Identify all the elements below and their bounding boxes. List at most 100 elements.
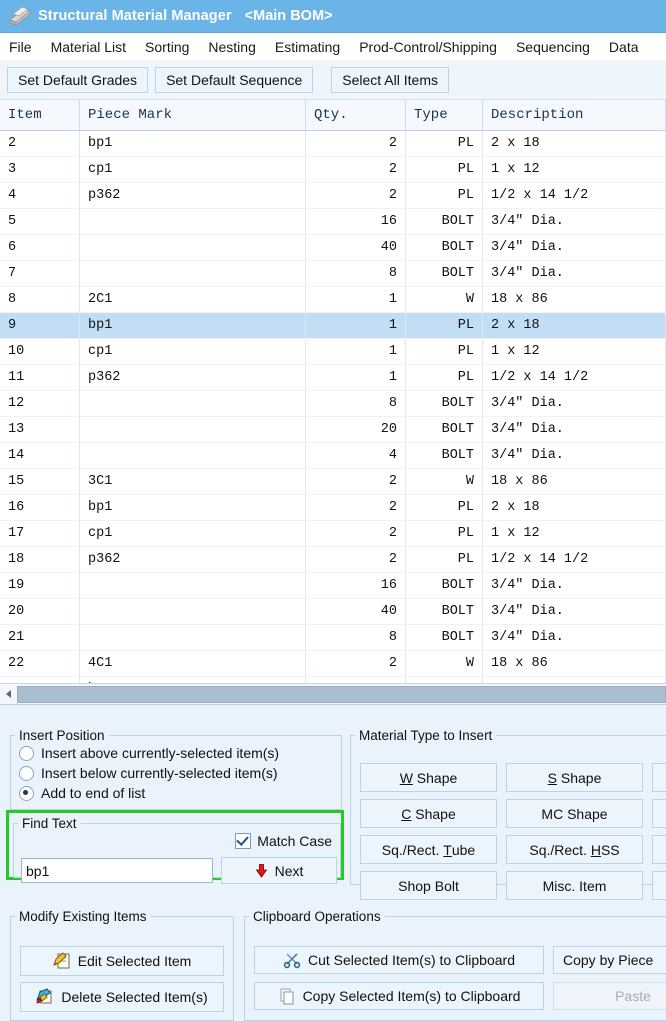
radio-insert-below[interactable]: Insert below currently-selected item(s) xyxy=(11,763,341,783)
copy-pages-icon xyxy=(280,988,294,1005)
cell-description: 2 x 18 xyxy=(482,494,666,521)
cell-type: BOLT xyxy=(405,572,483,599)
cell-description: 3/4" Dia. xyxy=(482,624,666,651)
material-button-r3c3[interactable]: P xyxy=(652,835,666,864)
set-default-grades-button[interactable]: Set Default Grades xyxy=(7,66,149,93)
delete-selected-items-button[interactable]: Delete Selected Item(s) xyxy=(20,982,224,1012)
sq-rect-hss-button[interactable]: Sq./Rect. H SS xyxy=(506,835,643,864)
material-type-buttons: W Shape S Shape C Shape MC Shape Sq./Rec… xyxy=(360,763,666,907)
match-case-checkbox[interactable]: Match Case xyxy=(235,833,332,849)
menu-sorting[interactable]: Sorting xyxy=(145,39,189,55)
table-row[interactable]: 21 8 BOLT 3/4" Dia. xyxy=(0,624,666,651)
c-shape-button[interactable]: C Shape xyxy=(360,799,497,828)
mc-shape-button[interactable]: MC Shape xyxy=(506,799,643,828)
table-row[interactable]: 16 bp1 2 PL 2 x 18 xyxy=(0,494,666,521)
cut-to-clipboard-button[interactable]: Cut Selected Item(s) to Clipboard xyxy=(254,946,544,974)
cell-item: 2 xyxy=(0,130,80,157)
material-button-r4c3[interactable]: M xyxy=(652,871,666,900)
toolbar: Set Default Grades Set Default Sequence … xyxy=(0,60,666,100)
cell-description: 3/4" Dia. xyxy=(482,416,666,443)
modify-items-group: Modify Existing Items Edit Selected Item xyxy=(10,909,234,1021)
cell-item: 13 xyxy=(0,416,80,443)
insert-position-group: Insert Position Insert above currently-s… xyxy=(10,728,342,810)
edit-pencil-paper-icon xyxy=(52,952,70,969)
col-qty[interactable]: Qty. xyxy=(305,100,406,131)
table-row[interactable]: 5 16 BOLT 3/4" Dia. xyxy=(0,208,666,235)
table-row[interactable]: 10 cp1 1 PL 1 x 12 xyxy=(0,338,666,365)
menu-estimating[interactable]: Estimating xyxy=(275,39,340,55)
table-row[interactable]: 19 16 BOLT 3/4" Dia. xyxy=(0,572,666,599)
edit-selected-item-button[interactable]: Edit Selected Item xyxy=(20,946,224,976)
header-row: Item Piece Mark Qty. Type Description xyxy=(0,100,666,131)
table-row[interactable]: 20 40 BOLT 3/4" Dia. xyxy=(0,598,666,625)
table-row[interactable]: 18 p362 2 PL 1/2 x 14 1/2 xyxy=(0,546,666,573)
cell-piece-mark xyxy=(79,260,306,287)
cell-qty: 8 xyxy=(305,260,406,287)
find-next-button[interactable]: Next xyxy=(221,857,337,884)
table-row[interactable]: 4 p362 2 PL 1/2 x 14 1/2 xyxy=(0,182,666,209)
table-row[interactable]: 12 8 BOLT 3/4" Dia. xyxy=(0,390,666,417)
col-item[interactable]: Item xyxy=(0,100,80,131)
cell-type: PL xyxy=(405,338,483,365)
cell-qty: 2 xyxy=(305,156,406,183)
find-text-highlight-box: Find Text Match Case Next xyxy=(6,810,344,884)
table-row[interactable]: 3 cp1 2 PL 1 x 12 xyxy=(0,156,666,183)
menu-data[interactable]: Data xyxy=(609,39,639,55)
clipboard-operations-legend: Clipboard Operations xyxy=(253,909,381,924)
table-row[interactable]: 9 bp1 1 PL 2 x 18 xyxy=(0,312,666,339)
scrollbar-thumb[interactable] xyxy=(17,685,666,703)
cell-description: 18 x 86 xyxy=(482,650,666,677)
copy-to-clipboard-button[interactable]: Copy Selected Item(s) to Clipboard xyxy=(254,982,544,1010)
cell-qty: 2 xyxy=(305,546,406,573)
col-type[interactable]: Type xyxy=(405,100,483,131)
cell-item: 21 xyxy=(0,624,80,651)
select-all-items-button[interactable]: Select All Items xyxy=(331,66,449,93)
scroll-left-button[interactable] xyxy=(0,685,17,703)
steel-beam-icon xyxy=(9,6,31,26)
find-text-input[interactable] xyxy=(21,858,213,883)
chevron-left-icon xyxy=(6,690,11,698)
sq-rect-tube-button[interactable]: Sq./Rect. Tube xyxy=(360,835,497,864)
col-piece-mark[interactable]: Piece Mark xyxy=(79,100,306,131)
table-row[interactable]: 7 8 BOLT 3/4" Dia. xyxy=(0,260,666,287)
cell-qty: 16 xyxy=(305,572,406,599)
material-button-r2c3[interactable] xyxy=(652,799,666,828)
material-list-grid[interactable]: Item Piece Mark Qty. Type Description 2b… xyxy=(0,100,666,705)
menu-prod-control-shipping[interactable]: Prod-Control/Shipping xyxy=(359,39,497,55)
cell-type: BOLT xyxy=(405,260,483,287)
table-row[interactable]: 11 p362 1 PL 1/2 x 14 1/2 xyxy=(0,364,666,391)
cell-item: 11 xyxy=(0,364,80,391)
cut-to-clipboard-label: Cut Selected Item(s) to Clipboard xyxy=(308,952,515,968)
table-row[interactable]: 14 4 BOLT 3/4" Dia. xyxy=(0,442,666,469)
w-shape-button[interactable]: W Shape xyxy=(360,763,497,792)
table-row[interactable]: 15 3C1 2 W 18 x 86 xyxy=(0,468,666,495)
menu-material-list[interactable]: Material List xyxy=(51,39,126,55)
cell-type: PL xyxy=(405,130,483,157)
misc-item-button[interactable]: Misc. Item xyxy=(506,871,643,900)
table-row[interactable]: 17 cp1 2 PL 1 x 12 xyxy=(0,520,666,547)
radio-insert-above[interactable]: Insert above currently-selected item(s) xyxy=(11,743,341,763)
menu-nesting[interactable]: Nesting xyxy=(208,39,255,55)
menu-sequencing[interactable]: Sequencing xyxy=(516,39,590,55)
window-subtitle: <Main BOM> xyxy=(244,8,333,24)
s-shape-button[interactable]: S Shape xyxy=(506,763,643,792)
material-button-r1c3[interactable] xyxy=(652,763,666,792)
cell-qty: 8 xyxy=(305,624,406,651)
menu-file[interactable]: File xyxy=(9,39,32,55)
cell-description: 2 x 18 xyxy=(482,312,666,339)
set-default-sequence-button[interactable]: Set Default Sequence xyxy=(155,66,314,93)
table-row[interactable]: 22 4C1 2 W 18 x 86 xyxy=(0,650,666,677)
radio-add-to-end[interactable]: Add to end of list xyxy=(11,783,341,803)
table-row[interactable]: 13 20 BOLT 3/4" Dia. xyxy=(0,416,666,443)
copy-by-piece-button[interactable]: Copy by Piece xyxy=(553,946,666,974)
shop-bolt-button[interactable]: Shop Bolt xyxy=(360,871,497,900)
table-row[interactable]: 6 40 BOLT 3/4" Dia. xyxy=(0,234,666,261)
table-row[interactable]: 2 bp1 2 PL 2 x 18 xyxy=(0,130,666,157)
cell-description: 3/4" Dia. xyxy=(482,234,666,261)
col-description[interactable]: Description xyxy=(482,100,666,131)
horizontal-scrollbar[interactable] xyxy=(0,683,666,704)
cell-item: 22 xyxy=(0,650,80,677)
cell-piece-mark xyxy=(79,234,306,261)
down-arrow-icon xyxy=(255,863,267,878)
table-row[interactable]: 8 2C1 1 W 18 x 86 xyxy=(0,286,666,313)
